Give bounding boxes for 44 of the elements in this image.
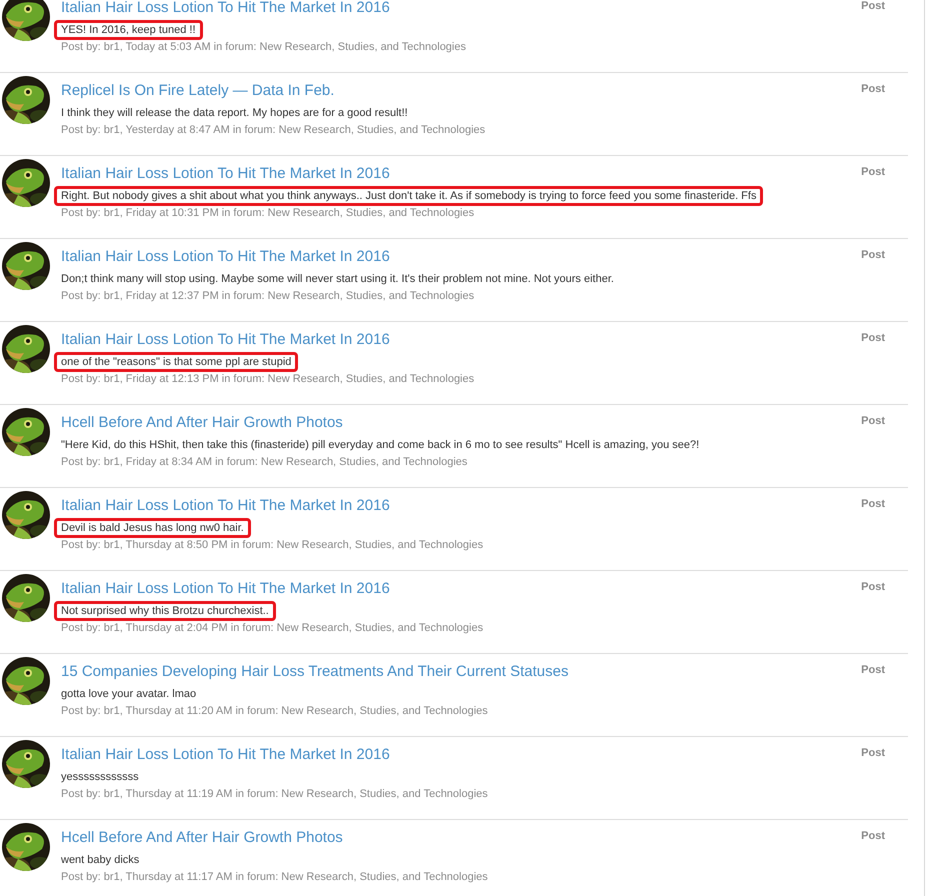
post-snippet: YES! In 2016, keep tuned !! — [54, 20, 203, 40]
content-type-label: Post — [861, 0, 885, 14]
post-snippet: Right. But nobody gives a shit about what you think anyways.. Just don't take it. As if somebody is trying to force feed you some finasteride. Ffs — [54, 186, 764, 206]
thread-title-link[interactable]: Italian Hair Loss Lotion To Hit The Market In 2016 — [61, 496, 390, 516]
thread-title-link[interactable]: Italian Hair Loss Lotion To Hit The Market In 2016 — [61, 745, 390, 765]
post-meta: Post by: br1, Thursday at 11:20 AM in forum: New Research, Studies, and Technologies — [61, 704, 489, 718]
content-type-label: Post — [861, 663, 885, 678]
content-type-label: Post — [861, 165, 885, 180]
post-snippet: one of the "reasons" is that some ppl are stupid — [54, 352, 298, 372]
post-snippet: I think they will release the data report. My hopes are for a good result!! — [61, 106, 408, 120]
post-meta: Post by: br1, Thursday at 2:04 PM in forum: New Research, Studies, and Technologies — [61, 621, 484, 635]
content-type-label: Post — [861, 82, 885, 97]
content-type-label: Post — [861, 497, 885, 512]
post-meta: Post by: br1, Thursday at 11:17 AM in forum: New Research, Studies, and Technologies — [61, 870, 489, 884]
post-meta: Post by: br1, Friday at 10:31 PM in forum: New Research, Studies, and Technologies — [61, 206, 476, 220]
thread-title-link[interactable]: Italian Hair Loss Lotion To Hit The Market In 2016 — [61, 330, 390, 350]
post-meta: Post by: br1, Thursday at 8:50 PM in forum: New Research, Studies, and Technologies — [61, 538, 484, 552]
post-meta: Post by: br1, Yesterday at 8:47 AM in forum: New Research, Studies, and Technologies — [61, 123, 486, 137]
thread-title-link[interactable]: Italian Hair Loss Lotion To Hit The Market In 2016 — [61, 0, 390, 18]
thread-title-link[interactable]: Hcell Before And After Hair Growth Photos — [61, 828, 343, 848]
content-type-label: Post — [861, 746, 885, 761]
content-type-label: Post — [861, 829, 885, 844]
thread-title-link[interactable]: Italian Hair Loss Lotion To Hit The Market In 2016 — [61, 164, 390, 184]
thread-title-link[interactable]: Replicel Is On Fire Lately — Data In Feb. — [61, 81, 334, 101]
content-type-label: Post — [861, 414, 885, 429]
post-snippet: "Here Kid, do this HShit, then take this (finasteride) pill everyday and come back in 6 mo to see results" Hcell is amazing, you see?! — [61, 438, 700, 452]
post-meta: Post by: br1, Friday at 8:34 AM in forum: New Research, Studies, and Technologies — [61, 455, 468, 469]
post-snippet: Not surprised why this Brotzu churchexist.. — [54, 601, 276, 621]
post-meta: Post by: br1, Thursday at 11:19 AM in forum: New Research, Studies, and Technologies — [61, 787, 489, 801]
post-meta: Post by: br1, Friday at 12:13 PM in forum: New Research, Studies, and Technologies — [61, 372, 476, 386]
thread-title-link[interactable]: Hcell Before And After Hair Growth Photos — [61, 413, 343, 433]
post-snippet: Don;t think many will stop using. Maybe some will never start using it. It's their problem not mine. Not yours either. — [61, 272, 614, 286]
post-snippet: went baby dicks — [61, 853, 140, 867]
thread-title-link[interactable]: 15 Companies Developing Hair Loss Treatments And Their Current Statuses — [61, 662, 568, 682]
thread-title-link[interactable]: Italian Hair Loss Lotion To Hit The Market In 2016 — [61, 579, 390, 599]
content-type-label: Post — [861, 580, 885, 595]
thread-title-link[interactable]: Italian Hair Loss Lotion To Hit The Market In 2016 — [61, 247, 390, 267]
post-meta: Post by: br1, Today at 5:03 AM in forum: New Research, Studies, and Technologies — [61, 40, 467, 54]
post-snippet: Devil is bald Jesus has long nw0 hair. — [54, 518, 251, 538]
post-snippet: yessssssssssss — [61, 770, 139, 784]
post-meta: Post by: br1, Friday at 12:37 PM in forum: New Research, Studies, and Technologies — [61, 289, 476, 303]
content-type-label: Post — [861, 331, 885, 346]
content-type-label: Post — [861, 248, 885, 263]
post-snippet: gotta love your avatar. lmao — [61, 687, 196, 701]
